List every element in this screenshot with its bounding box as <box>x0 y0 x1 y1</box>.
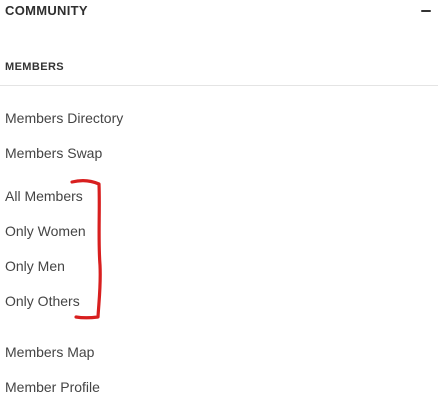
menu-item-members-map[interactable]: Members Map <box>5 344 94 360</box>
members-section-title: MEMBERS <box>5 61 65 73</box>
menu-item-members-swap[interactable]: Members Swap <box>5 145 102 161</box>
menu-item-member-profile[interactable]: Member Profile <box>5 379 100 395</box>
menu-item-only-men[interactable]: Only Men <box>5 258 65 274</box>
minus-icon <box>421 10 431 12</box>
section-divider <box>0 85 438 86</box>
menu-item-only-others[interactable]: Only Others <box>5 293 80 309</box>
collapse-button[interactable] <box>420 2 440 18</box>
community-heading: COMMUNITY <box>5 3 88 18</box>
menu-item-only-women[interactable]: Only Women <box>5 223 86 239</box>
menu-item-all-members[interactable]: All Members <box>5 188 83 204</box>
menu-item-members-directory[interactable]: Members Directory <box>5 110 123 126</box>
